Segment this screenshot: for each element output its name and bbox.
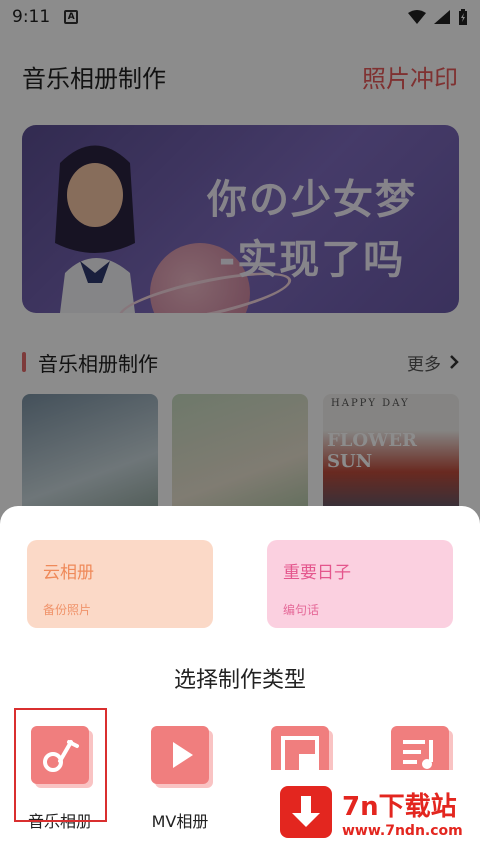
play-icon	[151, 726, 209, 784]
watermark-title: 7n下载站	[342, 791, 457, 822]
important-day-sub: 编句话	[283, 603, 320, 617]
cloud-album-sub: 备份照片	[43, 603, 92, 617]
cloud-album-card[interactable]: 云相册 备份照片	[27, 540, 213, 628]
type-mv-album-label: MV相册	[151, 812, 209, 831]
selected-highlight-box	[14, 708, 107, 822]
type-mv-album[interactable]: MV相册	[130, 716, 230, 832]
watermark-text: 7n下载站 www.7ndn.com	[342, 786, 463, 839]
watermark-url: www.7ndn.com	[342, 822, 463, 839]
choose-type-title: 选择制作类型	[173, 668, 306, 693]
important-day-title: 重要日子	[283, 563, 351, 583]
cloud-album-title: 云相册	[43, 563, 94, 583]
important-day-card[interactable]: 重要日子 编句话	[267, 540, 453, 628]
watermark: 7n下载站 www.7ndn.com	[262, 770, 480, 854]
download-arrow-icon	[280, 786, 332, 838]
